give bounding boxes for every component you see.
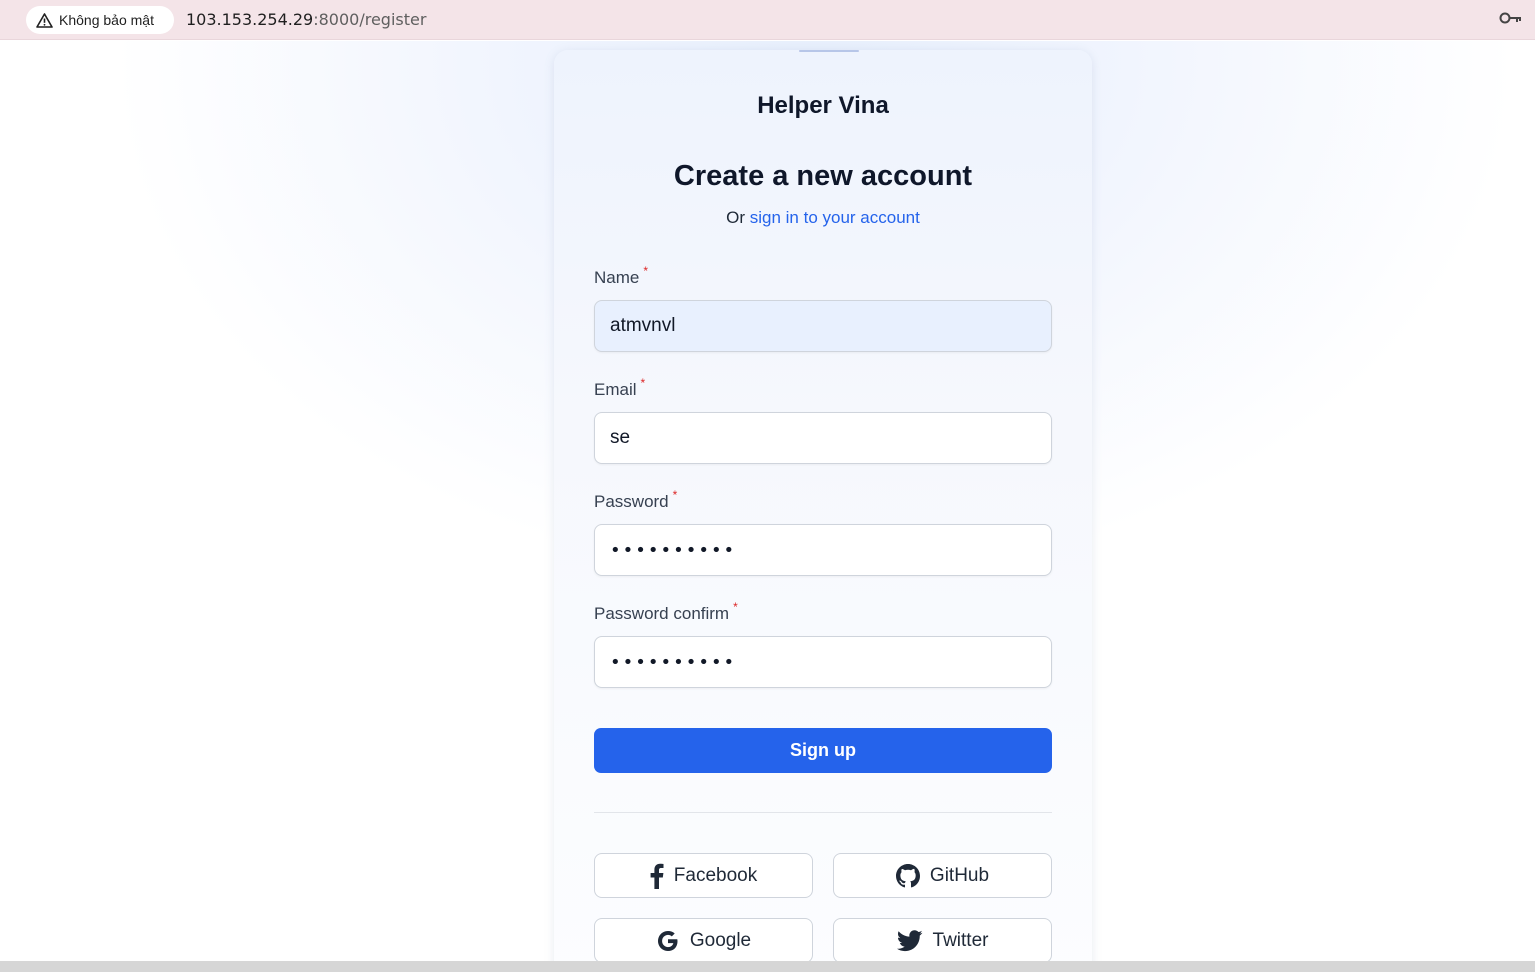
password-confirm-input-value: •••••••••• [610,651,737,673]
password-label: Password * [594,488,677,512]
url-path: :8000/register [313,10,427,29]
name-input[interactable]: atmvnvl [594,300,1052,352]
signin-prompt-prefix: Or [726,208,746,227]
email-input[interactable]: se [594,412,1052,464]
warning-icon [36,12,53,28]
signin-prompt: Or sign in to your account [554,208,1092,228]
name-label-text: Name [594,268,640,287]
twitter-label: Twitter [932,929,989,951]
card-accent-line [799,50,859,52]
password-input[interactable]: •••••••••• [594,524,1052,576]
password-key-icon[interactable] [1499,11,1523,25]
twitter-button[interactable]: Twitter [833,918,1052,963]
facebook-button[interactable]: Facebook [594,853,813,898]
divider [594,812,1052,813]
google-button[interactable]: Google [594,918,813,963]
signup-button[interactable]: Sign up [594,728,1052,773]
taskbar-edge [0,961,1535,972]
security-label: Không bảo mật [59,12,154,28]
signin-link[interactable]: sign in to your account [750,208,920,227]
required-marker: * [672,488,678,502]
password-confirm-label-text: Password confirm [594,604,730,623]
register-card: Helper Vina Create a new account Or sign… [554,50,1092,972]
facebook-icon [650,863,664,889]
brand-title: Helper Vina [757,92,889,119]
required-marker: * [640,376,646,390]
page-title: Create a new account [673,160,973,192]
twitter-icon [896,929,923,951]
name-input-value: atmvnvl [610,315,676,336]
facebook-label: Facebook [673,864,758,886]
url-host: 103.153.254.29 [186,10,314,29]
url-field[interactable]: 103.153.254.29:8000/register [186,10,426,29]
google-label: Google [689,929,752,951]
security-indicator[interactable]: Không bảo mật [26,6,174,34]
required-marker: * [643,264,649,278]
password-confirm-label: Password confirm * [594,600,738,624]
browser-address-bar: Không bảo mật 103.153.254.29:8000/regist… [0,0,1535,40]
password-input-value: •••••••••• [610,539,737,561]
email-label: Email * [594,376,645,400]
google-icon [657,930,678,951]
github-label: GitHub [929,864,990,886]
email-label-text: Email [594,380,637,399]
password-label-text: Password [594,492,669,511]
page-background: Helper Vina Create a new account Or sign… [0,41,1535,972]
required-marker: * [733,600,738,614]
password-confirm-input[interactable]: •••••••••• [594,636,1052,688]
github-icon [895,863,920,887]
github-button[interactable]: GitHub [833,853,1052,898]
email-input-value: se [610,427,631,448]
name-label: Name * [594,264,648,288]
